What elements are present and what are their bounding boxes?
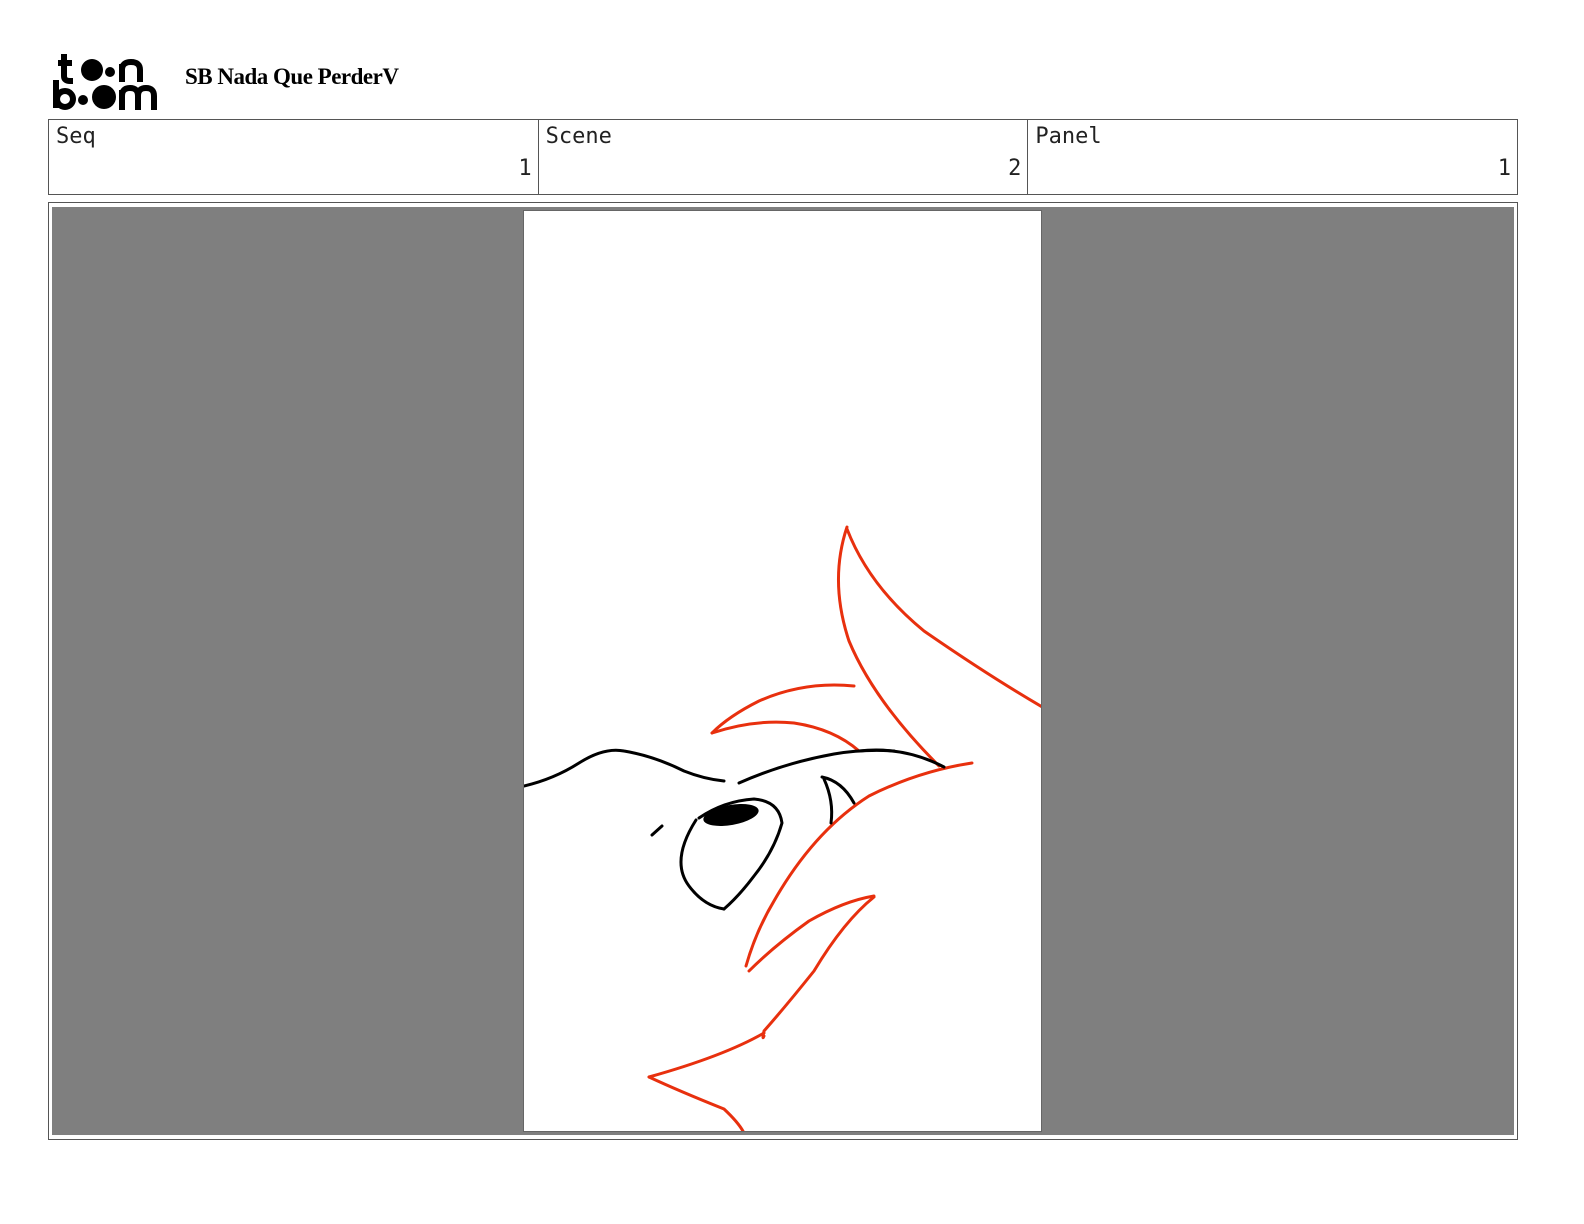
- scene-value: 2: [1008, 156, 1022, 181]
- project-title: SB Nada Que PerderV: [185, 64, 399, 89]
- black-sketch-strokes: [524, 748, 946, 911]
- seq-label: Seq: [56, 124, 96, 149]
- pupil-shape: [703, 804, 759, 826]
- panel-value: 1: [1497, 156, 1512, 181]
- red-sketch-strokes: [647, 525, 1041, 1131]
- panel-cell: Panel 1: [1028, 120, 1517, 194]
- panel-label: Panel: [1035, 124, 1102, 149]
- seq-value: 1: [518, 156, 532, 181]
- panel-canvas: [523, 210, 1042, 1132]
- seq-cell: Seq 1: [49, 120, 539, 194]
- scene-cell: Scene 2: [539, 120, 1029, 194]
- scene-label: Scene: [545, 124, 612, 149]
- toon-boom-logo: [50, 50, 165, 112]
- panel-info-table: Seq 1 Scene 2 Panel 1: [48, 119, 1518, 195]
- sketch-drawing: [524, 525, 1041, 1131]
- storyboard-panel-frame: [48, 202, 1518, 1140]
